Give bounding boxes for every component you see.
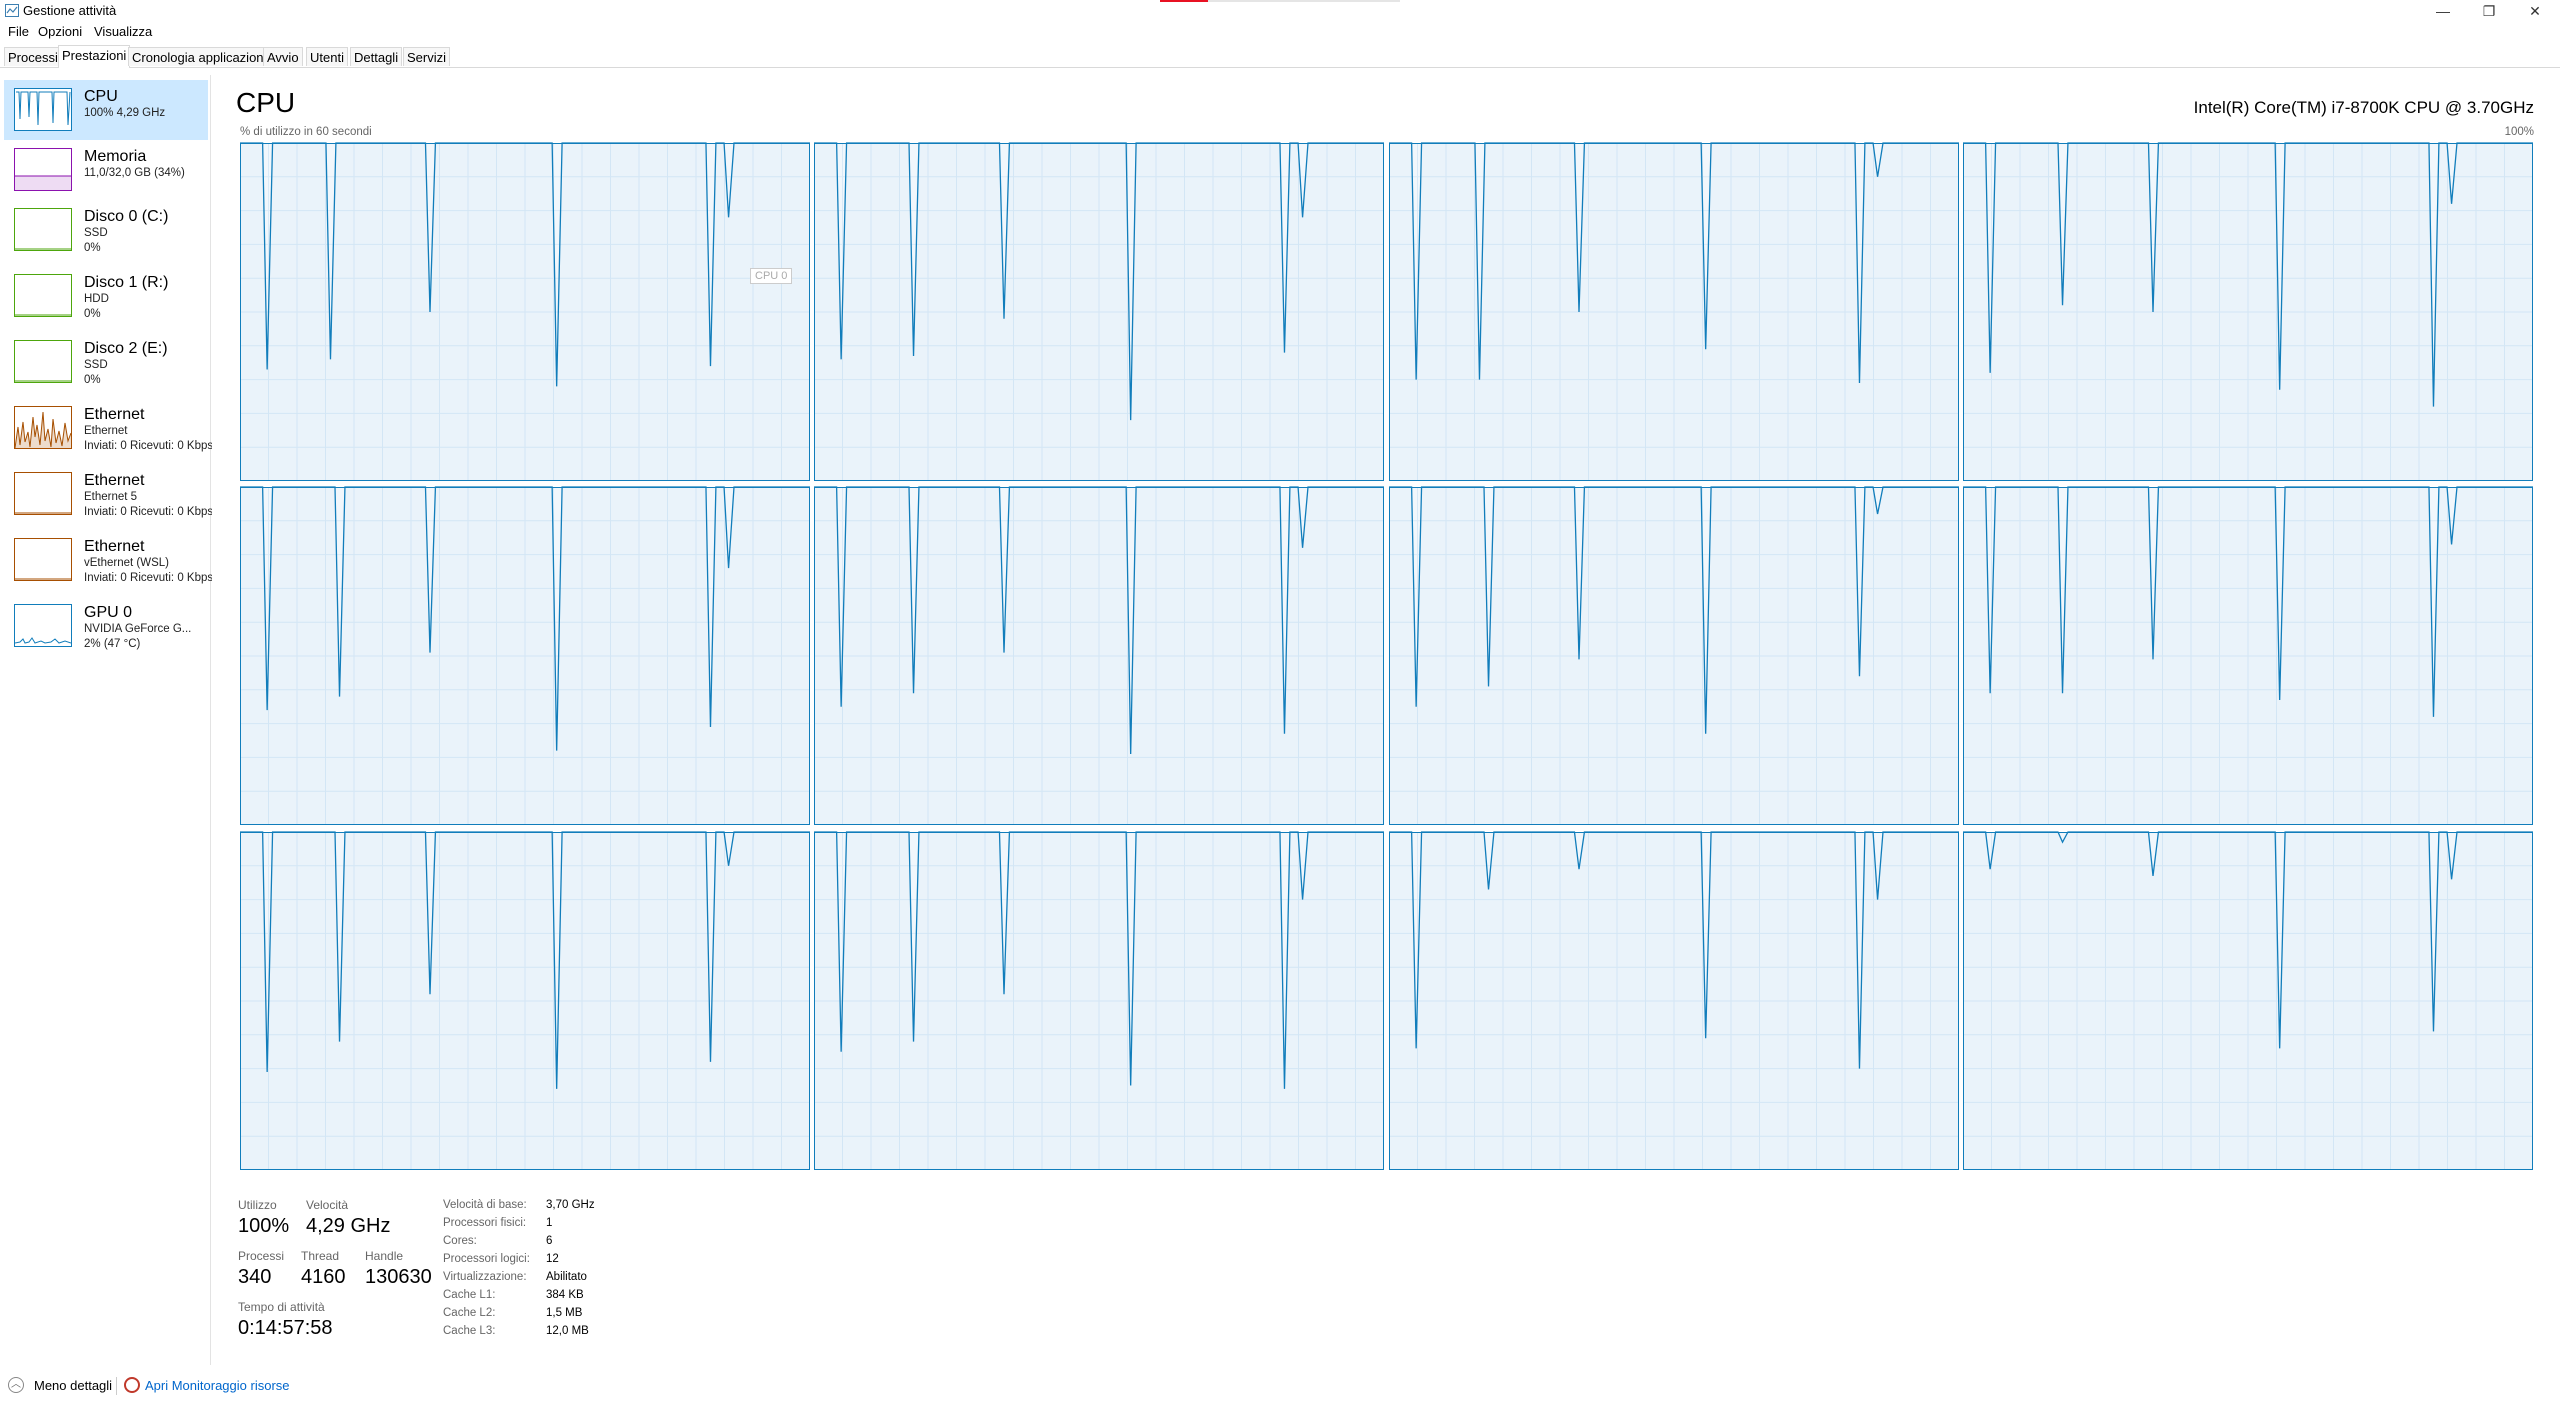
less-details-button[interactable]: Meno dettagli	[34, 1378, 112, 1393]
cpu-core-graph	[1963, 142, 2533, 481]
spec-label: Virtualizzazione:	[443, 1271, 527, 1283]
spec-label: Processori logici:	[443, 1253, 530, 1265]
cpu-core-graph	[240, 831, 810, 1170]
spec-value: 384 KB	[546, 1289, 584, 1301]
cpu-core-graph	[240, 142, 810, 481]
cpu-core-graphs	[240, 142, 2533, 1170]
cpu-core-graph	[814, 486, 1384, 825]
uptime-value: 0:14:57:58	[238, 1317, 333, 1339]
cpu-core-graph	[1389, 142, 1959, 481]
utilization-label: Utilizzo	[238, 1198, 277, 1212]
processes-value: 340	[238, 1266, 272, 1288]
processes-label: Processi	[238, 1249, 285, 1263]
cpu-core-graph	[814, 831, 1384, 1170]
spec-label: Processori fisici:	[443, 1217, 527, 1229]
chevron-up-icon[interactable]: ︿	[8, 1377, 24, 1393]
spec-label: Cache L2:	[443, 1307, 496, 1319]
handles-label: Handle	[365, 1249, 404, 1263]
threads-value: 4160	[301, 1266, 346, 1288]
cpu-core-graph	[1963, 831, 2533, 1170]
cpu-core-graph	[1963, 486, 2533, 825]
open-resource-monitor-link[interactable]: Apri Monitoraggio risorse	[145, 1378, 290, 1393]
threads-label: Thread	[301, 1249, 340, 1263]
uptime-label: Tempo di attività	[238, 1300, 325, 1314]
spec-value: 12,0 MB	[546, 1325, 589, 1337]
spec-value: 1,5 MB	[546, 1307, 583, 1319]
spec-value: 1	[546, 1217, 553, 1229]
footer: ︿ Meno dettagli Apri Monitoraggio risors…	[0, 1372, 2560, 1402]
spec-label: Cache L3:	[443, 1325, 496, 1337]
cpu-core-graph	[1389, 831, 1959, 1170]
utilization-value: 100%	[238, 1215, 290, 1237]
footer-divider	[116, 1377, 117, 1395]
spec-value: 6	[546, 1235, 553, 1247]
spec-label: Cores:	[443, 1235, 477, 1247]
spec-label: Velocità di base:	[443, 1199, 527, 1211]
handles-value: 130630	[365, 1266, 432, 1288]
resource-monitor-icon	[124, 1377, 140, 1393]
speed-label: Velocità	[306, 1198, 349, 1212]
cpu-core-graph	[1389, 486, 1959, 825]
spec-label: Cache L1:	[443, 1289, 496, 1301]
spec-value: 12	[546, 1253, 559, 1265]
speed-value: 4,29 GHz	[306, 1215, 391, 1237]
cpu-core-graph	[240, 486, 810, 825]
spec-value: Abilitato	[546, 1271, 587, 1283]
cpu-core-graph	[814, 142, 1384, 481]
spec-value: 3,70 GHz	[546, 1199, 595, 1211]
core-tooltip: CPU 0	[750, 268, 793, 284]
